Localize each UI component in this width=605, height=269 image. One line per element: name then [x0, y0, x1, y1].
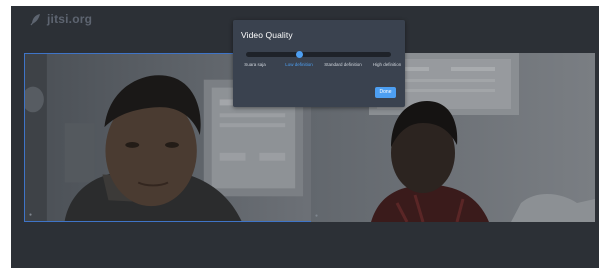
logo-text: jitsi.org: [47, 12, 93, 26]
meeting-window: jitsi.org ● ● Video Quality Suara saja L…: [11, 6, 599, 268]
option-high-definition[interactable]: High definition: [368, 62, 406, 68]
video-quality-dialog: Video Quality Suara saja Low definition …: [233, 20, 405, 107]
slider-thumb[interactable]: [295, 51, 303, 58]
option-standard-definition[interactable]: Standard definition: [324, 62, 362, 68]
option-audio-only[interactable]: Suara saja: [236, 62, 274, 68]
tile-indicator-dot: ●: [29, 212, 33, 218]
done-button[interactable]: Done: [375, 87, 396, 98]
dialog-title: Video Quality: [241, 30, 293, 40]
jitsi-logo-icon: [30, 14, 40, 26]
video-quality-slider[interactable]: [246, 51, 391, 58]
option-low-definition[interactable]: Low definition: [280, 62, 318, 68]
tile-indicator-dot: ●: [315, 213, 319, 219]
jitsi-logo[interactable]: jitsi.org: [29, 10, 92, 28]
